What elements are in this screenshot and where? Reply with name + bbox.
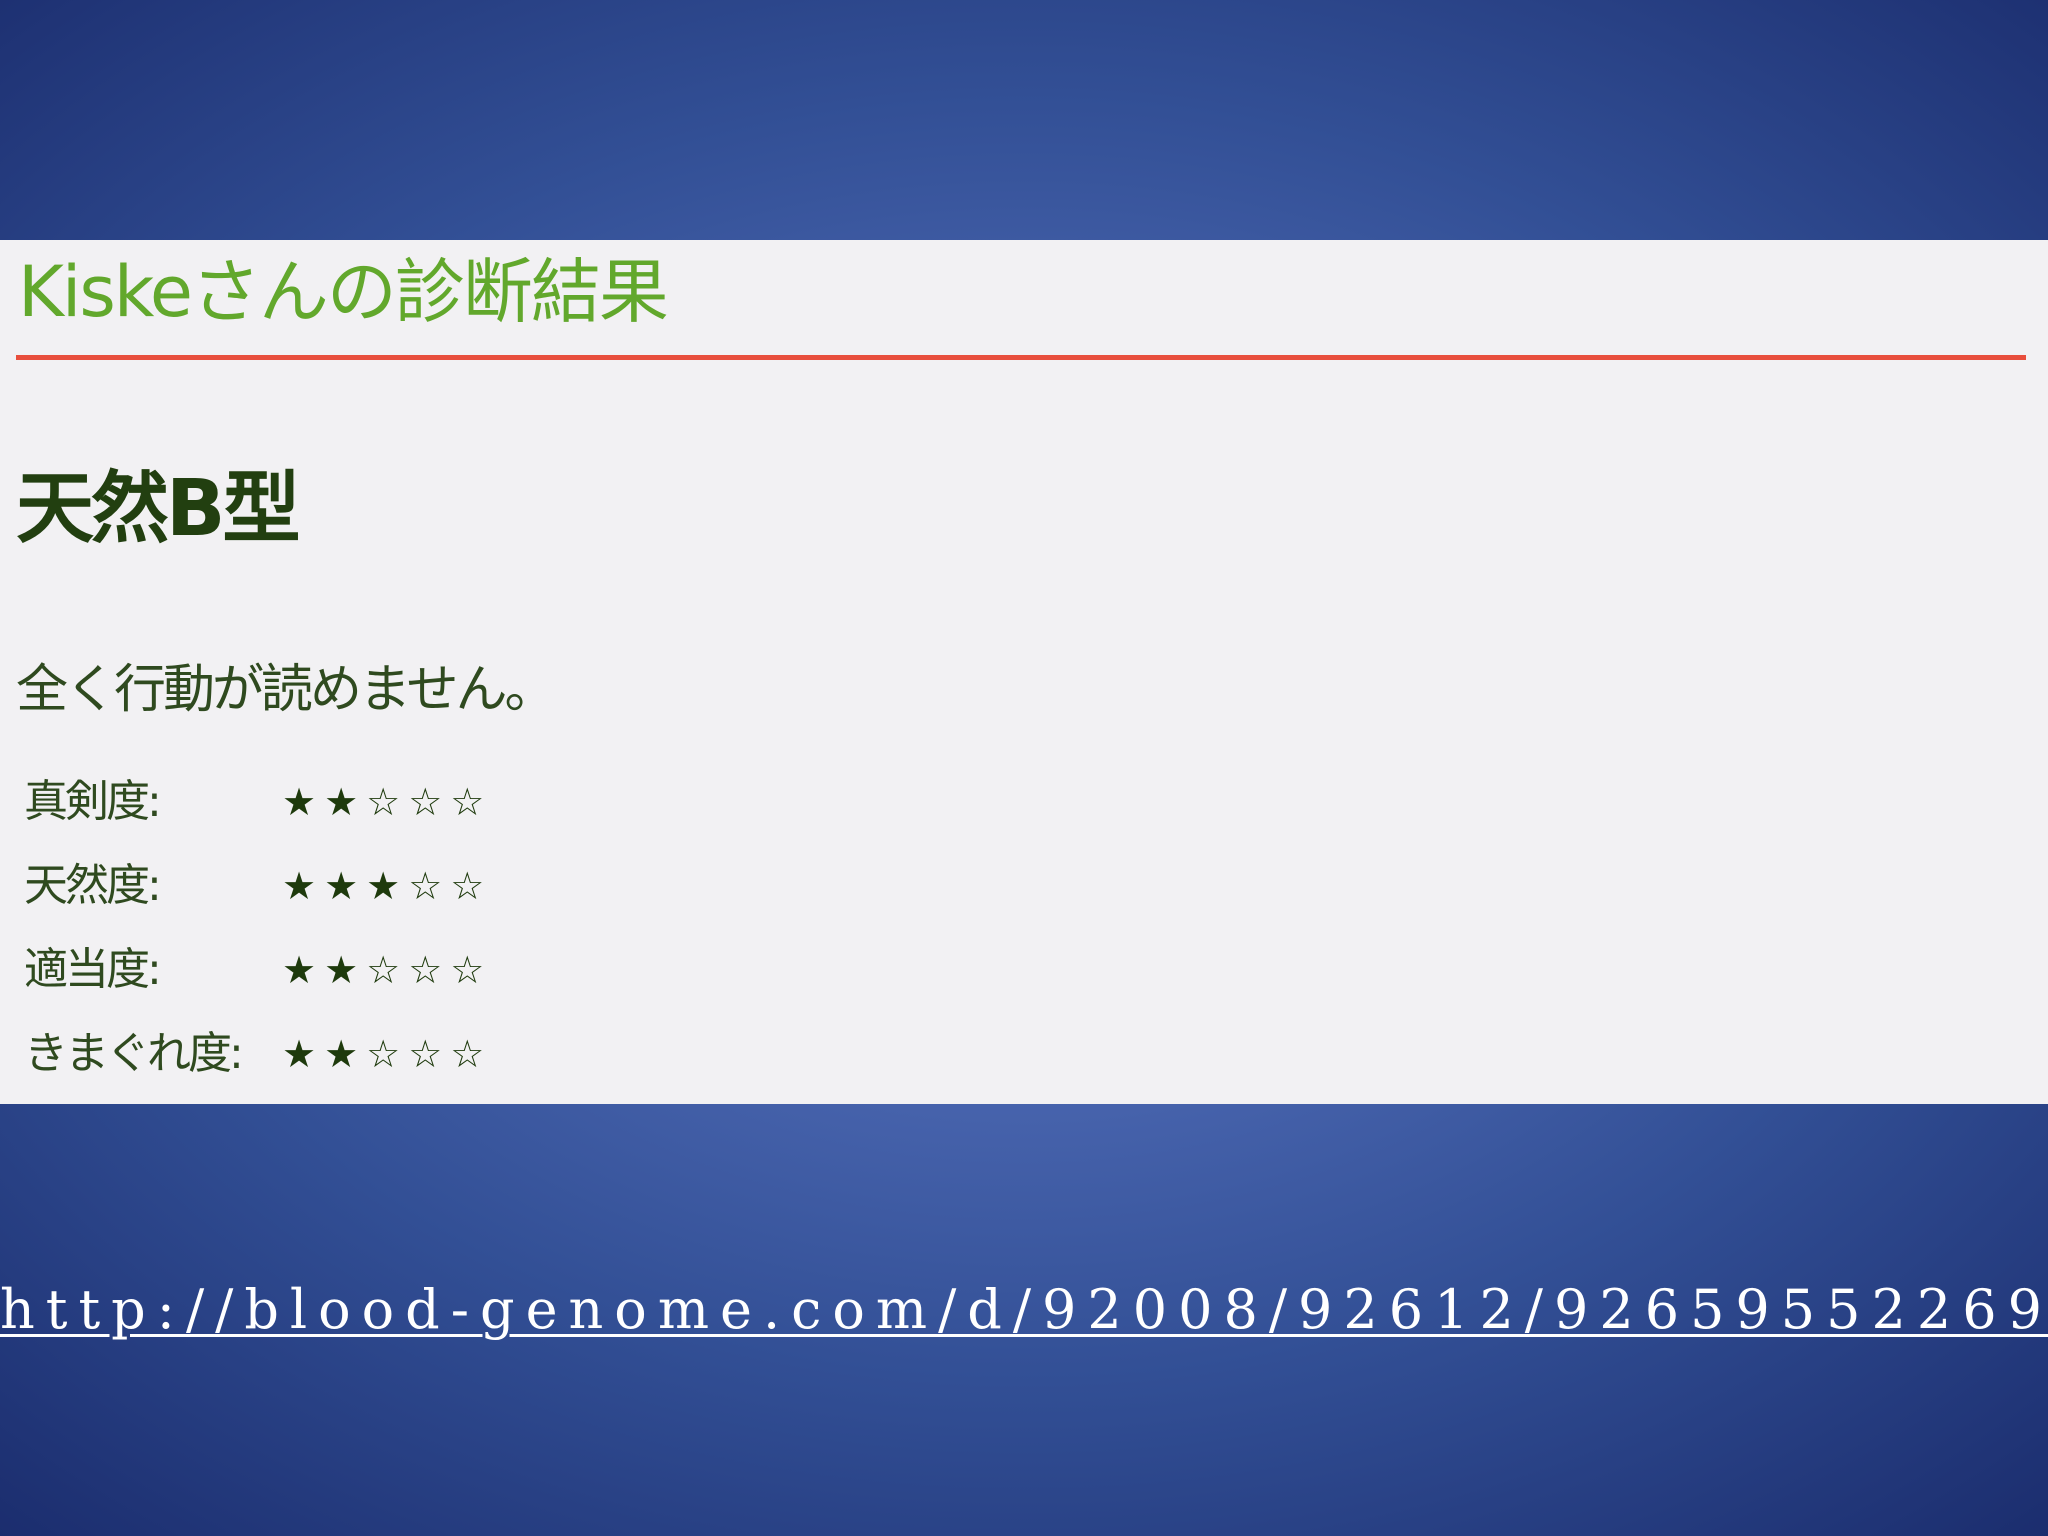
star-rating: ★★☆☆☆	[282, 948, 493, 992]
rating-row-carelessness: 適当度: ★★☆☆☆	[24, 935, 624, 1005]
rating-label: 適当度:	[24, 944, 162, 995]
rating-label: きまぐれ度:	[24, 1028, 244, 1079]
result-title: Kiskeさんの診断結果	[18, 251, 669, 333]
rating-row-seriousness: 真剣度: ★★☆☆☆	[24, 767, 624, 837]
rating-row-natural: 天然度: ★★★☆☆	[24, 851, 624, 921]
result-type-heading: 天然B型	[16, 464, 300, 554]
rating-label: 真剣度:	[24, 776, 162, 827]
star-rating: ★★☆☆☆	[282, 780, 493, 824]
rating-row-whimsy: きまぐれ度: ★★☆☆☆	[24, 1019, 624, 1089]
star-rating: ★★★☆☆	[282, 864, 493, 908]
star-rating: ★★☆☆☆	[282, 1032, 493, 1076]
result-description: 全く行動が読めません。	[16, 660, 556, 720]
title-divider	[16, 355, 2026, 360]
source-url-link[interactable]: http://blood-genome.com/d/92008/92612/92…	[0, 1272, 2048, 1348]
rating-label: 天然度:	[24, 860, 162, 911]
